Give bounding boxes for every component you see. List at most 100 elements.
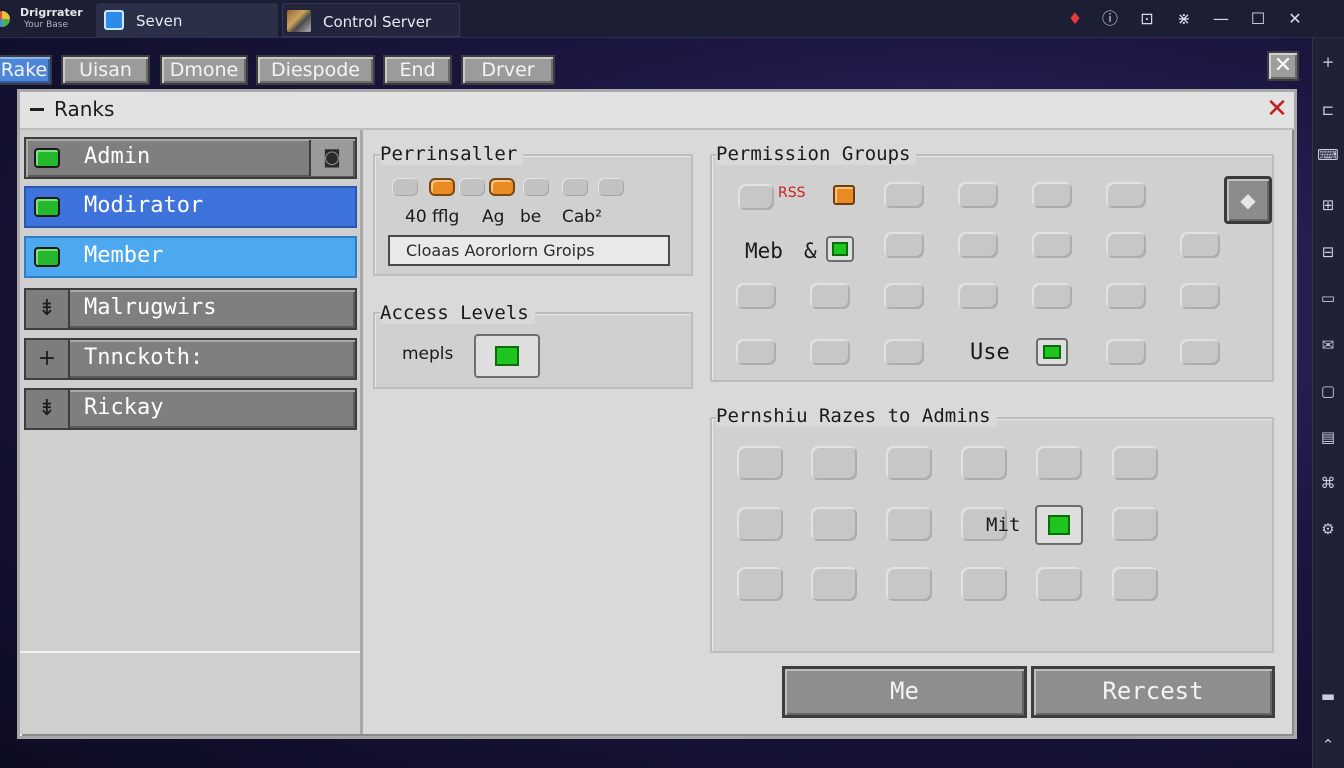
- group-slot[interactable]: [1032, 283, 1072, 309]
- gamepad-icon[interactable]: ⌘: [1315, 471, 1341, 495]
- raze-toggle[interactable]: [1035, 505, 1083, 545]
- tab-end[interactable]: End: [383, 55, 452, 85]
- screenshot-icon[interactable]: ⊞: [1315, 193, 1341, 217]
- tab-drver[interactable]: Drver: [461, 55, 555, 85]
- raze-slot[interactable]: [961, 446, 1007, 480]
- group-slot[interactable]: [736, 339, 776, 365]
- group-slot[interactable]: [1106, 232, 1146, 258]
- group-toggle-orange[interactable]: [833, 185, 855, 205]
- group-slot[interactable]: [958, 283, 998, 309]
- group-slot[interactable]: [958, 232, 998, 258]
- rank-item-member[interactable]: Member: [24, 236, 357, 278]
- group-select-dropdown[interactable]: Cloaas Aororlorn Groips: [388, 235, 670, 266]
- group-slot[interactable]: [738, 184, 774, 210]
- permission-slot[interactable]: [392, 178, 418, 196]
- rank-settings-button[interactable]: ◙: [309, 140, 353, 176]
- close-icon[interactable]: ✕: [1281, 6, 1309, 32]
- group-slot[interactable]: [1180, 339, 1220, 365]
- raze-slot[interactable]: [811, 507, 857, 541]
- folder-icon[interactable]: ▭: [1315, 286, 1341, 310]
- raze-slot[interactable]: [1036, 446, 1082, 480]
- rank-item-malrugwirs[interactable]: ⇟ Malrugwirs: [24, 288, 357, 330]
- info-icon[interactable]: ⓘ: [1096, 6, 1124, 32]
- group-slot[interactable]: [1032, 232, 1072, 258]
- group-slot[interactable]: [1106, 283, 1146, 309]
- media-icon[interactable]: ▤: [1315, 425, 1341, 449]
- group-slot[interactable]: [810, 339, 850, 365]
- window-icon[interactable]: ▢: [1315, 379, 1341, 403]
- group-slot[interactable]: [884, 232, 924, 258]
- bookmark-icon[interactable]: ⊡: [1133, 6, 1161, 32]
- close-menu-button[interactable]: ✕: [1267, 51, 1299, 81]
- group-slot[interactable]: [884, 182, 924, 208]
- me-button[interactable]: Me: [782, 666, 1027, 718]
- group-slot[interactable]: [884, 283, 924, 309]
- raze-slot[interactable]: [1112, 446, 1158, 480]
- rank-item-admin[interactable]: Admin ◙: [24, 137, 357, 179]
- window-tab-label: Seven: [136, 12, 183, 30]
- raze-slot[interactable]: [886, 446, 932, 480]
- maximize-icon[interactable]: ☐: [1244, 6, 1272, 32]
- permission-slot[interactable]: [562, 178, 588, 196]
- minimize-icon[interactable]: —: [1207, 6, 1235, 32]
- group-slot[interactable]: [1106, 182, 1146, 208]
- group-action-button[interactable]: ◆: [1224, 176, 1272, 224]
- keyboard-icon[interactable]: ⌨: [1315, 143, 1341, 167]
- mail-icon[interactable]: ✉: [1315, 333, 1341, 357]
- group-slot[interactable]: [1180, 283, 1220, 309]
- group-slot[interactable]: [810, 283, 850, 309]
- record-icon[interactable]: ⊟: [1315, 240, 1341, 264]
- pin-icon[interactable]: ⋇: [1170, 6, 1198, 32]
- raze-slot[interactable]: [1112, 507, 1158, 541]
- permission-slot[interactable]: [523, 178, 549, 196]
- alert-icon[interactable]: ♦: [1061, 6, 1089, 32]
- permission-slot[interactable]: [598, 178, 624, 196]
- tab-dmone[interactable]: Dmone: [160, 55, 248, 85]
- permission-slot-on[interactable]: [429, 178, 455, 196]
- permission-slot-on[interactable]: [489, 178, 515, 196]
- group-slot[interactable]: [1106, 339, 1146, 365]
- group-slot[interactable]: [958, 182, 998, 208]
- app-logo[interactable]: Drigrrater Your Base: [0, 4, 90, 34]
- raze-slot[interactable]: [737, 567, 783, 601]
- group-toggle-on[interactable]: [826, 236, 854, 262]
- group-slot[interactable]: [1180, 232, 1220, 258]
- raze-slot[interactable]: [811, 567, 857, 601]
- settings-icon[interactable]: ⚙: [1315, 517, 1341, 541]
- raze-slot[interactable]: [961, 567, 1007, 601]
- raze-slot[interactable]: [1112, 567, 1158, 601]
- collapse-icon[interactable]: [30, 108, 44, 111]
- drag-handle-icon[interactable]: ⇟: [26, 390, 70, 428]
- rank-item-rickay[interactable]: ⇟ Rickay: [24, 388, 357, 430]
- reset-button[interactable]: Rercest: [1031, 666, 1275, 718]
- window-tab-control-server[interactable]: Control Server: [282, 3, 460, 37]
- logo-subtitle: Your Base: [24, 20, 68, 30]
- volume-icon[interactable]: ⊏: [1315, 98, 1341, 122]
- group-slot[interactable]: [736, 283, 776, 309]
- window-close-button[interactable]: ✕: [1262, 94, 1292, 124]
- permissaller-title: Perrinsaller: [380, 143, 524, 165]
- raze-slot[interactable]: [1036, 567, 1082, 601]
- raze-slot[interactable]: [886, 507, 932, 541]
- tab-diespode[interactable]: Diespode: [256, 55, 375, 85]
- drag-handle-icon[interactable]: ⇟: [26, 290, 70, 328]
- raze-slot[interactable]: [737, 446, 783, 480]
- sidebar-toggle-icon[interactable]: ▬: [1315, 684, 1341, 708]
- chevron-up-icon[interactable]: ⌃: [1315, 733, 1341, 757]
- rank-item-tnnckoth[interactable]: + Tnnckoth:: [24, 338, 357, 380]
- window-tab-seven[interactable]: Seven: [96, 3, 278, 37]
- group-slot[interactable]: [884, 339, 924, 365]
- group-slot[interactable]: [1032, 182, 1072, 208]
- rank-item-modirator[interactable]: Modirator: [24, 186, 357, 228]
- use-toggle[interactable]: [1036, 338, 1068, 366]
- raze-slot[interactable]: [737, 507, 783, 541]
- raze-slot[interactable]: [886, 567, 932, 601]
- access-level-toggle[interactable]: [474, 334, 540, 378]
- raze-slot[interactable]: [811, 446, 857, 480]
- window-header: [20, 92, 1294, 130]
- permission-slot[interactable]: [459, 178, 485, 196]
- add-icon[interactable]: +: [26, 340, 70, 378]
- tab-rake[interactable]: Rake: [0, 55, 52, 85]
- tab-uisan[interactable]: Uisan: [61, 55, 150, 85]
- add-icon[interactable]: +: [1315, 50, 1341, 74]
